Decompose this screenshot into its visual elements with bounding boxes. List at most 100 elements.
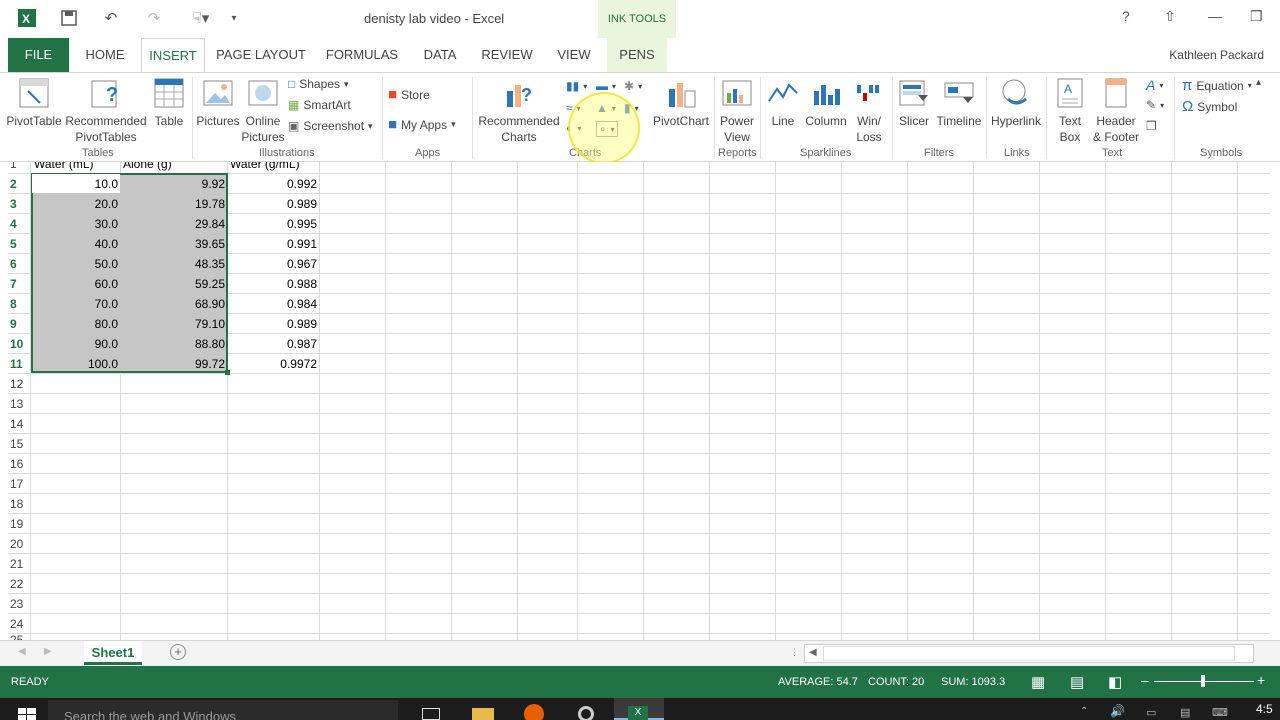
task-view-icon[interactable] bbox=[422, 708, 440, 720]
sheet-tab-sheet1[interactable]: Sheet1 bbox=[84, 641, 142, 665]
redo-icon[interactable]: ↷ bbox=[143, 8, 165, 28]
taskbar-search-input[interactable]: Search the web and Windows bbox=[48, 700, 398, 720]
table-cell[interactable]: 40.0 bbox=[32, 234, 120, 254]
bar-chart-button[interactable]: ▬ ▾ bbox=[596, 79, 616, 93]
chevron-up-icon[interactable]: ⌃ bbox=[1080, 706, 1088, 717]
symbol-button[interactable]: Ω Symbol bbox=[1182, 98, 1237, 115]
zoom-slider-thumb[interactable] bbox=[1201, 675, 1205, 687]
header-cell-a[interactable]: Water (mL) bbox=[34, 162, 94, 171]
table-cell[interactable]: 0.995 bbox=[228, 214, 319, 234]
row-header[interactable]: 15 bbox=[8, 434, 30, 454]
ribbon-scroll-icon[interactable]: ▴ bbox=[1256, 77, 1261, 88]
horizontal-scrollbar[interactable]: ◀ bbox=[804, 644, 1254, 663]
user-name[interactable]: Kathleen Packard bbox=[1169, 48, 1264, 62]
table-cell[interactable]: 68.90 bbox=[121, 294, 227, 314]
table-cell[interactable]: 0.967 bbox=[228, 254, 319, 274]
equation-button[interactable]: π Equation ▾ bbox=[1182, 77, 1252, 94]
header-cell-b[interactable]: Alone (g) bbox=[123, 162, 172, 171]
sparkline-line-button[interactable]: Line bbox=[764, 77, 802, 129]
table-cell[interactable]: 0.988 bbox=[228, 274, 319, 294]
pictures-button[interactable]: Pictures bbox=[196, 77, 240, 129]
table-cell[interactable]: 19.78 bbox=[121, 194, 227, 214]
touch-mode-icon[interactable]: ☟▾ bbox=[186, 8, 216, 28]
my-apps-button[interactable]: ■ My Apps ▾ bbox=[388, 116, 456, 133]
table-cell[interactable]: 30.0 bbox=[32, 214, 120, 234]
table-cell[interactable]: 0.9972 bbox=[228, 354, 319, 374]
restore-button[interactable]: ❐ bbox=[1250, 8, 1263, 25]
tab-data[interactable]: DATA bbox=[417, 38, 463, 72]
row-header[interactable]: 2 bbox=[8, 174, 30, 194]
tab-file[interactable]: FILE bbox=[8, 38, 69, 72]
scrollbar-thumb[interactable] bbox=[823, 646, 1235, 661]
slicer-button[interactable]: Slicer bbox=[896, 77, 932, 129]
table-cell[interactable]: 0.987 bbox=[228, 334, 319, 354]
row-header[interactable]: 16 bbox=[8, 454, 30, 474]
table-cell[interactable]: 50.0 bbox=[32, 254, 120, 274]
zoom-in-icon[interactable]: + bbox=[1257, 672, 1265, 688]
table-cell[interactable]: 0.991 bbox=[228, 234, 319, 254]
fill-handle[interactable] bbox=[225, 370, 230, 375]
zoom-out-icon[interactable]: – bbox=[1141, 672, 1149, 688]
row-header[interactable]: 22 bbox=[8, 574, 30, 594]
row-header[interactable]: 23 bbox=[8, 594, 30, 614]
table-cell[interactable]: 60.0 bbox=[32, 274, 120, 294]
sparkline-winloss-button[interactable]: Win/ Loss bbox=[852, 77, 886, 145]
tab-page-layout[interactable]: PAGE LAYOUT bbox=[214, 38, 308, 72]
firefox-icon[interactable] bbox=[524, 704, 544, 720]
pivottable-button[interactable]: PivotTable bbox=[6, 77, 62, 129]
sparkline-column-button[interactable]: Column bbox=[802, 77, 850, 129]
object-button[interactable]: ❐ bbox=[1146, 119, 1157, 133]
recommended-pivottables-button[interactable]: ? Recommended PivotTables bbox=[64, 77, 148, 145]
row-header[interactable]: 5 bbox=[8, 234, 30, 254]
online-pictures-button[interactable]: Online Pictures bbox=[240, 77, 286, 145]
column-chart-button[interactable]: ▮▮ ▾ bbox=[566, 79, 587, 93]
keyboard-icon[interactable]: ⌨ bbox=[1212, 706, 1228, 719]
header-cell-c[interactable]: Water (g/mL) bbox=[230, 162, 300, 171]
row-header[interactable]: 12 bbox=[8, 374, 30, 394]
table-cell[interactable]: 0.992 bbox=[228, 174, 319, 194]
table-cell[interactable]: 88.80 bbox=[121, 334, 227, 354]
table-cell[interactable]: 0.989 bbox=[228, 194, 319, 214]
row-header[interactable]: 9 bbox=[8, 314, 30, 334]
smartart-button[interactable]: ▦ SmartArt bbox=[288, 98, 351, 112]
row-header[interactable]: 4 bbox=[8, 214, 30, 234]
hyperlink-button[interactable]: Hyperlink bbox=[988, 77, 1044, 129]
row-header[interactable]: 8 bbox=[8, 294, 30, 314]
windows-start-icon[interactable] bbox=[18, 704, 36, 720]
store-button[interactable]: ■ Store bbox=[388, 86, 430, 103]
customize-qat-icon[interactable]: ▾ bbox=[226, 8, 242, 28]
table-cell[interactable]: 20.0 bbox=[32, 194, 120, 214]
table-cell[interactable]: 0.984 bbox=[228, 294, 319, 314]
pivotchart-button[interactable]: PivotChart bbox=[650, 77, 712, 129]
table-cell[interactable]: 79.10 bbox=[121, 314, 227, 334]
row-header[interactable]: 17 bbox=[8, 474, 30, 494]
scroll-left-arrow-icon[interactable]: ◀ bbox=[809, 647, 817, 658]
page-layout-view-icon[interactable]: ▤ bbox=[1070, 673, 1084, 691]
table-cell[interactable]: 99.72 bbox=[121, 354, 227, 374]
notifications-icon[interactable]: ▤ bbox=[1180, 706, 1190, 719]
wordart-button[interactable]: A ▾ bbox=[1146, 77, 1163, 93]
scroll-left-icon[interactable]: ◀ bbox=[18, 646, 26, 657]
table-cell[interactable]: 59.25 bbox=[121, 274, 227, 294]
normal-view-icon[interactable]: ▦ bbox=[1031, 673, 1045, 691]
row-header[interactable]: 18 bbox=[8, 494, 30, 514]
add-sheet-icon[interactable]: + bbox=[170, 644, 186, 660]
screenshot-button[interactable]: ▣ Screenshot ▾ bbox=[288, 119, 373, 133]
battery-icon[interactable]: ▭ bbox=[1146, 706, 1156, 719]
row-header[interactable]: 1 bbox=[8, 162, 30, 171]
minimize-button[interactable]: — bbox=[1208, 8, 1222, 24]
row-header[interactable]: 6 bbox=[8, 254, 30, 274]
table-cell[interactable]: 10.0 bbox=[32, 174, 120, 194]
table-cell[interactable]: 80.0 bbox=[32, 314, 120, 334]
tab-formulas[interactable]: FORMULAS bbox=[322, 38, 402, 72]
tab-view[interactable]: VIEW bbox=[551, 38, 597, 72]
clock[interactable]: 4:5 bbox=[1256, 702, 1273, 716]
row-header[interactable]: 10 bbox=[8, 334, 30, 354]
row-header[interactable]: 14 bbox=[8, 414, 30, 434]
row-header[interactable]: 11 bbox=[8, 354, 30, 374]
signature-line-button[interactable]: ✎ ▾ bbox=[1146, 98, 1164, 112]
undo-icon[interactable]: ↶ bbox=[100, 8, 122, 28]
scroll-right-icon[interactable]: ▶ bbox=[44, 646, 52, 657]
shapes-button[interactable]: □ Shapes ▾ bbox=[288, 77, 348, 91]
table-cell[interactable]: 48.35 bbox=[121, 254, 227, 274]
